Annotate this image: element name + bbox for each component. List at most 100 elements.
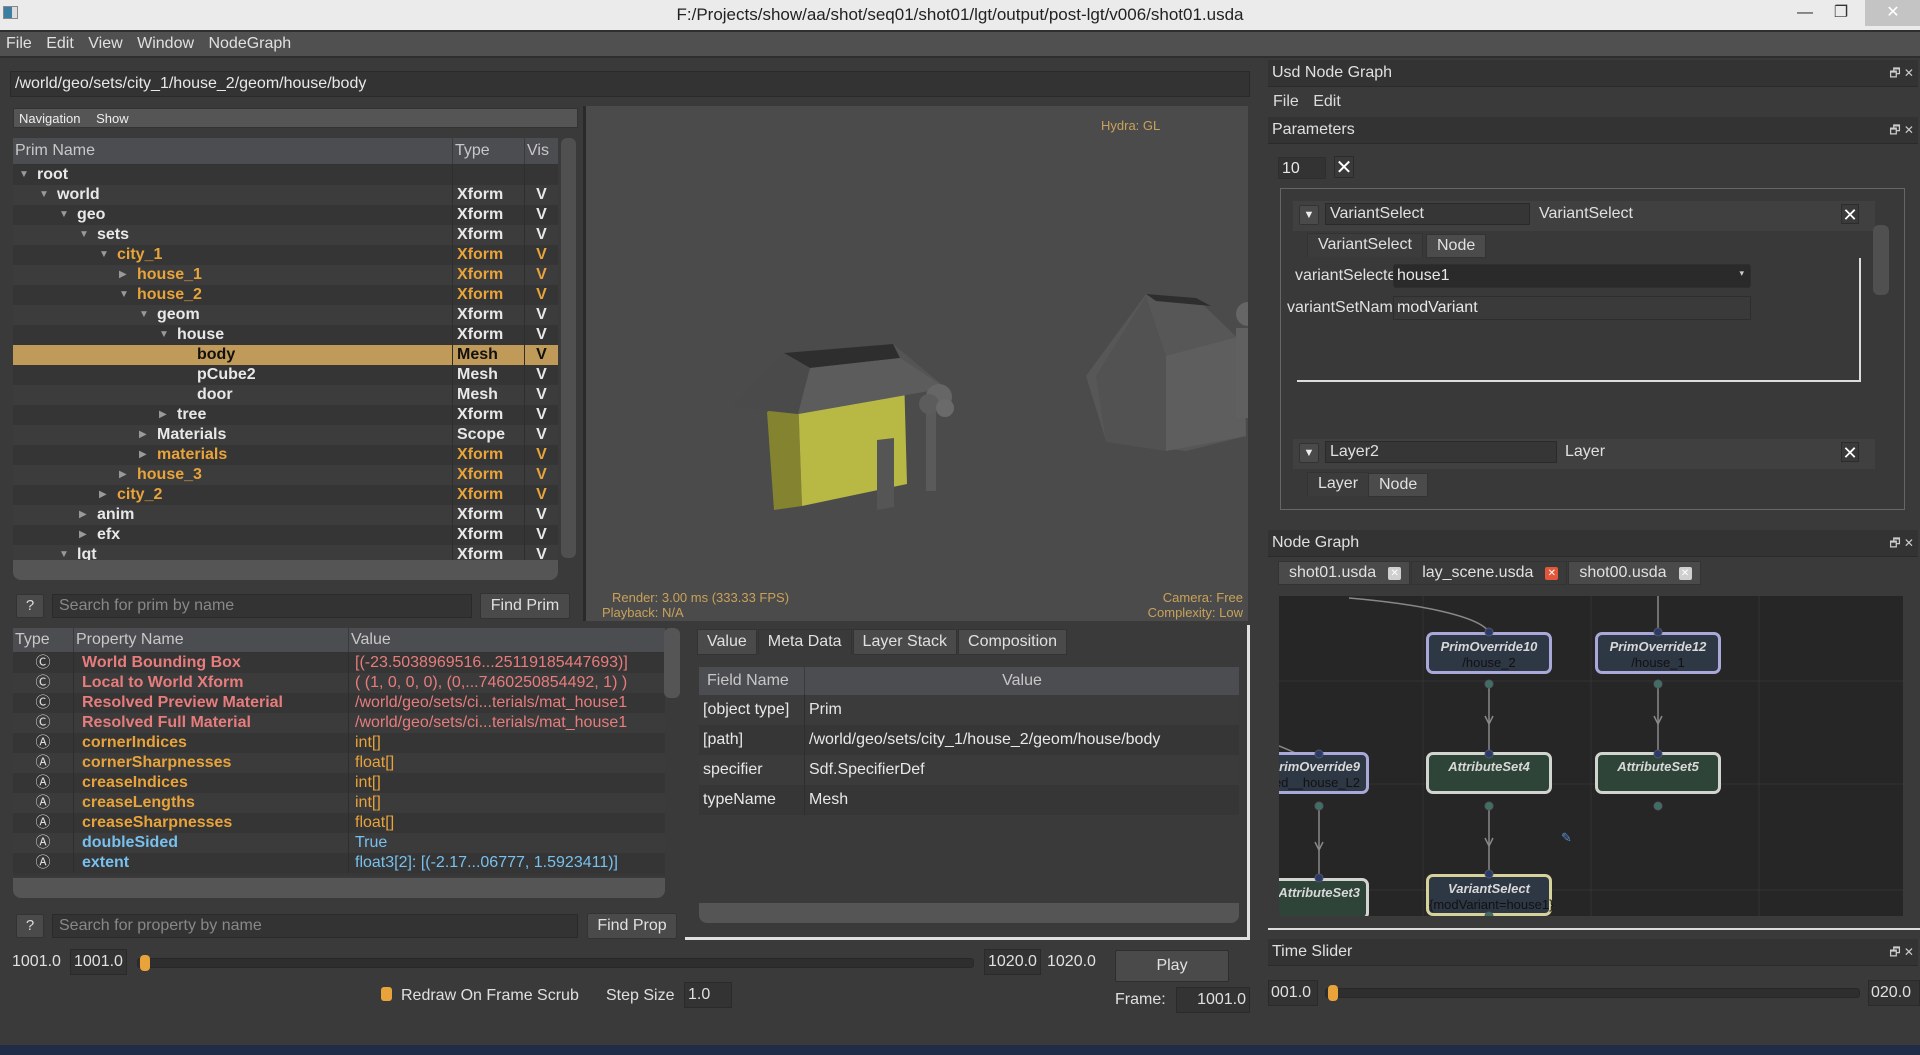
- node-graph-canvas[interactable]: PrimOverride10/house_2 PrimOverride12/ho…: [1279, 596, 1903, 916]
- prim-tree-row[interactable]: ▶ tree Xform V: [13, 405, 558, 425]
- property-table-hscrollbar[interactable]: [13, 878, 665, 898]
- prim-tree-row[interactable]: ▼ house_2 Xform V: [13, 285, 558, 305]
- col-prim-name[interactable]: Prim Name: [13, 138, 453, 164]
- expand-arrow-right-icon[interactable]: ▶: [119, 265, 127, 285]
- prim-visibility-toggle[interactable]: V: [525, 465, 558, 485]
- expand-arrow-right-icon[interactable]: ▶: [119, 465, 127, 485]
- prim-visibility-toggle[interactable]: V: [525, 345, 558, 365]
- property-row[interactable]: Ⓒ Local to World Xform ( (1, 0, 0, 0), (0,…: [13, 673, 665, 693]
- col-field-name[interactable]: Field Name: [699, 667, 805, 695]
- variant-selected-dropdown[interactable]: house1 ▾: [1393, 264, 1751, 288]
- tab-meta-data[interactable]: Meta Data: [757, 629, 852, 655]
- prim-visibility-toggle[interactable]: V: [525, 325, 558, 345]
- expand-arrow-down-icon[interactable]: ▼: [139, 305, 149, 325]
- property-row[interactable]: ⒶcreaseLengths int[]: [13, 793, 665, 813]
- prim-visibility-toggle[interactable]: V: [525, 285, 558, 305]
- prim-visibility-toggle[interactable]: V: [525, 305, 558, 325]
- expand-arrow-right-icon[interactable]: ▶: [139, 445, 147, 465]
- parameters-scrollbar[interactable]: [1873, 225, 1889, 295]
- property-row[interactable]: Ⓐextent float3[2]: [(-2.17...06777, 1.592…: [13, 853, 665, 873]
- dock-float-close-icon[interactable]: 🗗 ✕: [1889, 943, 1914, 964]
- node-primoverride9[interactable]: rimOverride9sted__house_L2: [1279, 752, 1369, 794]
- timeline-end-field[interactable]: 1020.0: [984, 949, 1041, 975]
- prim-tree-row[interactable]: ▶ materials Xform V: [13, 445, 558, 465]
- menu-window[interactable]: Window: [131, 32, 198, 53]
- param-count-field[interactable]: 10: [1278, 157, 1326, 179]
- frame-field[interactable]: 1001.0: [1176, 987, 1250, 1013]
- ng-menu-edit[interactable]: Edit: [1313, 93, 1341, 110]
- prim-path-field[interactable]: /world/geo/sets/city_1/house_2/geom/hous…: [10, 71, 1250, 97]
- property-row[interactable]: Ⓒ World Bounding Box [(-23.5038969516...25…: [13, 653, 665, 673]
- prim-visibility-toggle[interactable]: V: [525, 425, 558, 445]
- metadata-row[interactable]: specifier Sdf.SpecifierDef: [699, 755, 1239, 785]
- prim-tree-row[interactable]: ▼ geo Xform V: [13, 205, 558, 225]
- close-tab-icon[interactable]: ✕: [1545, 567, 1559, 580]
- property-row[interactable]: ⒶcreaseIndices int[]: [13, 773, 665, 793]
- prim-visibility-toggle[interactable]: V: [525, 405, 558, 425]
- prim-tree-row[interactable]: ▼ world Xform V: [13, 185, 558, 205]
- prim-search-input[interactable]: Search for prim by name: [52, 594, 472, 618]
- 3d-viewport[interactable]: Hydra: GL Render: 3.00 ms (333.33 FPS) P…: [583, 106, 1248, 621]
- prim-tree-row[interactable]: ▼ geom Xform V: [13, 305, 558, 325]
- find-prop-button[interactable]: Find Prop: [587, 913, 677, 939]
- dock-float-close-icon[interactable]: 🗗 ✕: [1889, 64, 1914, 85]
- prim-tree-row[interactable]: ▼ root: [13, 165, 558, 185]
- remove-section-icon[interactable]: ✕: [1841, 442, 1859, 463]
- node-variantselect[interactable]: VariantSelect {modVariant=house1}: [1426, 874, 1553, 916]
- prim-tree-row[interactable]: ▶ anim Xform V: [13, 505, 558, 525]
- node-primoverride12[interactable]: PrimOverride12/house_1: [1595, 632, 1721, 674]
- prim-visibility-toggle[interactable]: V: [525, 225, 558, 245]
- property-row[interactable]: ⒶcreaseSharpnesses float[]: [13, 813, 665, 833]
- prim-tree-row[interactable]: pCube2 Mesh V: [13, 365, 558, 385]
- expand-arrow-right-icon[interactable]: ▶: [79, 505, 87, 525]
- maximize-button[interactable]: ❐: [1818, 0, 1864, 26]
- metadata-hscrollbar[interactable]: [699, 903, 1239, 923]
- expand-arrow-down-icon[interactable]: ▼: [39, 185, 49, 205]
- node-attributeset5[interactable]: AttributeSet5: [1595, 752, 1721, 794]
- node-name-field[interactable]: VariantSelect: [1325, 203, 1530, 225]
- property-row[interactable]: ⒶcornerSharpnesses float[]: [13, 753, 665, 773]
- expand-arrow-right-icon[interactable]: ▶: [99, 485, 107, 505]
- collapse-toggle-icon[interactable]: ▼: [1299, 443, 1319, 463]
- prim-tree-row[interactable]: ▼ city_1 Xform V: [13, 245, 558, 265]
- menu-nodegraph[interactable]: NodeGraph: [202, 32, 295, 53]
- property-row[interactable]: Ⓒ Resolved Full Material/world/geo/sets/c…: [13, 713, 665, 733]
- prim-visibility-toggle[interactable]: V: [525, 505, 558, 525]
- timeline-handle[interactable]: [140, 955, 150, 971]
- param-tab-variantselect[interactable]: VariantSelect: [1307, 233, 1423, 257]
- ng-menu-file[interactable]: File: [1273, 93, 1299, 110]
- expand-arrow-down-icon[interactable]: ▼: [19, 165, 29, 185]
- close-tab-icon[interactable]: ✕: [1678, 567, 1692, 580]
- prim-tree-row[interactable]: ▼ house Xform V: [13, 325, 558, 345]
- expand-arrow-right-icon[interactable]: ▶: [159, 405, 167, 425]
- time-slider-handle[interactable]: [1328, 985, 1338, 1001]
- property-table-scrollbar[interactable]: [664, 628, 680, 698]
- tab-layer-stack[interactable]: Layer Stack: [852, 629, 958, 655]
- tab-value[interactable]: Value: [697, 629, 757, 655]
- prim-tree-scrollbar[interactable]: [561, 138, 576, 558]
- prim-tree-row[interactable]: door Mesh V: [13, 385, 558, 405]
- prim-tree-row[interactable]: ▶ city_2 Xform V: [13, 485, 558, 505]
- dock-float-close-icon[interactable]: 🗗 ✕: [1889, 534, 1914, 555]
- prim-visibility-toggle[interactable]: V: [525, 265, 558, 285]
- prim-visibility-toggle[interactable]: V: [525, 245, 558, 265]
- menu-edit[interactable]: Edit: [40, 32, 78, 53]
- expand-arrow-down-icon[interactable]: ▼: [159, 325, 169, 345]
- close-window-button[interactable]: ✕: [1865, 0, 1920, 26]
- metadata-row[interactable]: typeName Mesh: [699, 785, 1239, 815]
- remove-section-icon[interactable]: ✕: [1841, 204, 1859, 225]
- prim-visibility-toggle[interactable]: [525, 165, 558, 185]
- expand-arrow-down-icon[interactable]: ▼: [59, 205, 69, 225]
- prim-tree-row[interactable]: ▶ Materials Scope V: [13, 425, 558, 445]
- metadata-row[interactable]: [object type] Prim: [699, 695, 1239, 725]
- menu-view[interactable]: View: [82, 32, 126, 53]
- collapse-toggle-icon[interactable]: ▼: [1299, 205, 1319, 225]
- tab-shot01[interactable]: shot01.usda ✕: [1278, 561, 1411, 585]
- menu-navigation[interactable]: Navigation: [19, 111, 80, 126]
- col-prop-name[interactable]: Property Name: [74, 628, 349, 652]
- node-attributeset3[interactable]: AttributeSet3: [1279, 878, 1369, 916]
- property-row[interactable]: ⒶdoubleSided True: [13, 833, 665, 853]
- prim-tree-row[interactable]: ▶ house_1 Xform V: [13, 265, 558, 285]
- time-slider-end-field[interactable]: 020.0: [1868, 980, 1920, 1006]
- property-row[interactable]: Ⓒ Resolved Preview Material/world/geo/set…: [13, 693, 665, 713]
